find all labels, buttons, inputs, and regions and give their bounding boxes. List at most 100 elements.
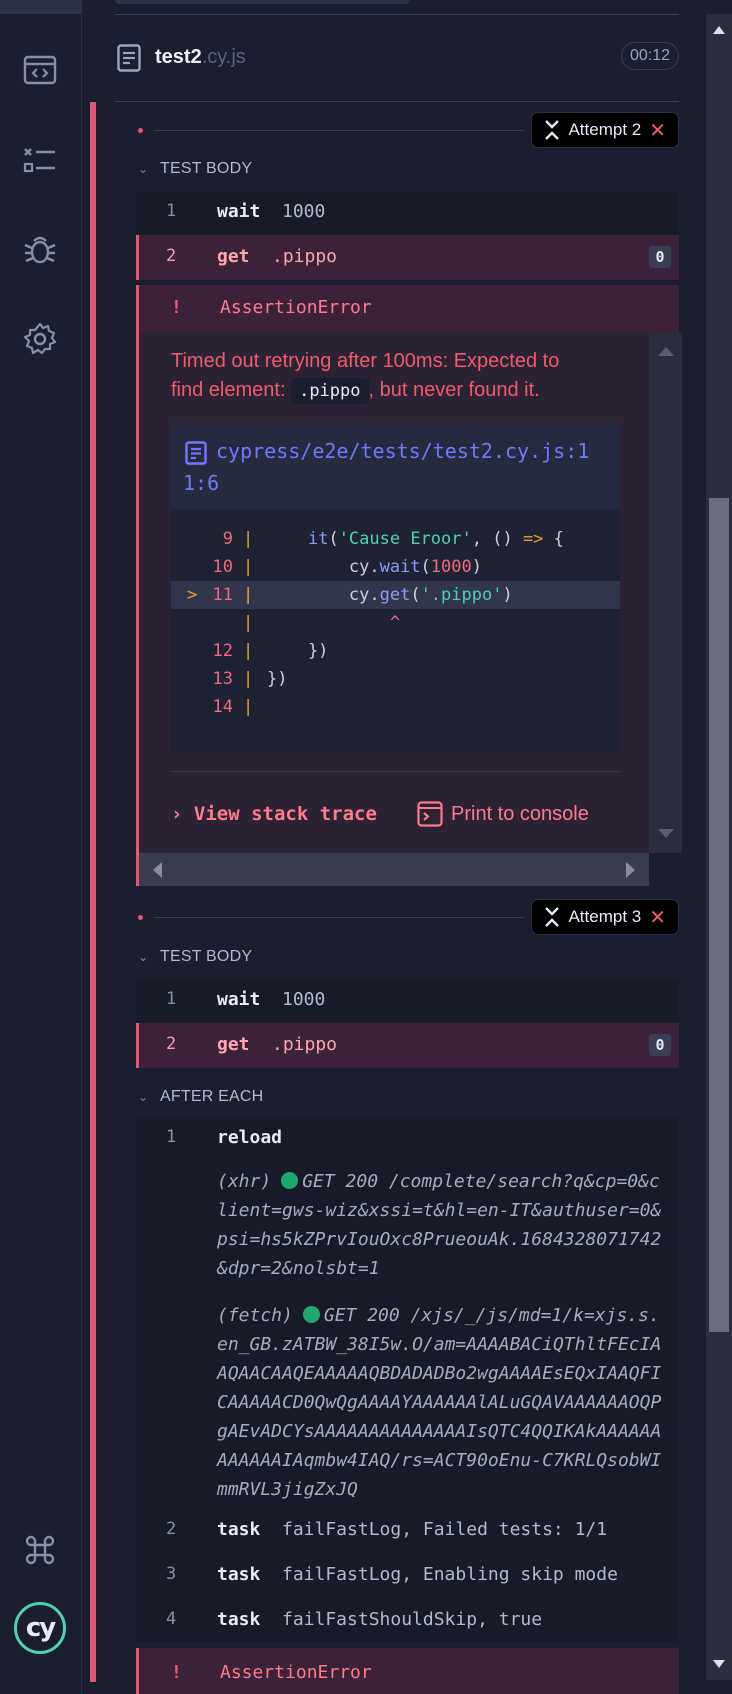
command-arg: .pippo: [272, 246, 338, 267]
command-name: wait: [217, 989, 261, 1010]
collapse-icon: [545, 120, 560, 140]
xhr-log[interactable]: (xhr) GET 200 /complete/search?q&cp=0&cli…: [217, 1167, 667, 1283]
task-arg: failFastShouldSkip, true: [282, 1609, 543, 1630]
failed-x-icon: ✕: [649, 119, 666, 142]
divider: [115, 14, 679, 15]
specs-icon[interactable]: [20, 50, 60, 90]
command-number: 2: [166, 1519, 177, 1539]
scroll-down-icon[interactable]: [713, 1660, 725, 1668]
element-count-badge: 0: [649, 1034, 671, 1056]
chevron-down-icon: ⌄: [138, 162, 149, 176]
error-file-link[interactable]: cypress/e2e/tests/test2.cy.js:11:6: [171, 423, 620, 509]
command-row[interactable]: 1 wait 1000: [136, 979, 679, 1022]
error-message-text-end: , but never found it.: [368, 379, 540, 401]
attempt-3-header: Attempt 3 ✕: [138, 899, 679, 935]
after-each-toggle[interactable]: ⌄ AFTER EACH: [138, 1088, 263, 1106]
attempt-2-tag[interactable]: Attempt 2 ✕: [531, 112, 679, 148]
error-header: ! AssertionError: [136, 285, 679, 333]
command-number: 1: [166, 989, 177, 1009]
view-stack-trace-label: View stack trace: [193, 803, 377, 825]
code-line-highlighted: >11 | cy.get('.pippo'): [171, 581, 620, 609]
error-title: AssertionError: [220, 297, 372, 318]
spec-name-text: test2: [155, 46, 202, 68]
task-command[interactable]: task: [217, 1609, 260, 1630]
task-arg: failFastLog, Enabling skip mode: [282, 1564, 618, 1585]
attempt-2-header: Attempt 2 ✕: [138, 112, 679, 148]
attempt-divider: [154, 917, 524, 918]
test-body-toggle[interactable]: ⌄ TEST BODY: [138, 948, 252, 966]
command-number: 3: [166, 1564, 177, 1584]
code-line: 9 | it('Cause Eroor', () => {: [171, 525, 620, 553]
scroll-down-icon[interactable]: [658, 829, 674, 838]
error-message: Timed out retrying after 100ms: Expected…: [171, 347, 591, 405]
settings-icon[interactable]: [20, 319, 60, 359]
line-number: 11: [212, 585, 233, 605]
task-command[interactable]: task: [217, 1564, 260, 1585]
code-frame: 9 | it('Cause Eroor', () => { 10 | cy.wait…: [171, 509, 620, 753]
command-row-failed[interactable]: 2 get .pippo 0: [136, 235, 679, 280]
test-body-toggle[interactable]: ⌄ TEST BODY: [138, 160, 252, 178]
command-name: get: [217, 246, 250, 267]
spec-header[interactable]: test2.cy.js 00:12: [115, 36, 679, 80]
status-success-icon: [302, 1306, 320, 1323]
command-arg: 1000: [282, 989, 326, 1010]
command-name: get: [217, 1034, 250, 1055]
error-panel-vertical-scrollbar[interactable]: [649, 333, 682, 853]
code-line: 13 |}): [171, 665, 620, 693]
fetch-request: GET 200 /xjs/_/js/md=1/k=xjs.s.en_GB.zAT…: [217, 1305, 662, 1500]
spec-file-name: test2.cy.js: [155, 46, 246, 69]
spec-tab-edge: [115, 0, 410, 4]
keyboard-shortcuts-icon[interactable]: [20, 1530, 60, 1570]
command-name: wait: [217, 201, 261, 222]
fetch-log[interactable]: (fetch) GET 200 /xjs/_/js/md=1/k=xjs.s.en…: [217, 1301, 667, 1504]
spec-duration: 00:12: [620, 42, 679, 70]
xhr-type: (xhr): [217, 1171, 272, 1192]
error-panel[interactable]: Timed out retrying after 100ms: Expected…: [136, 333, 682, 886]
error-panel-horizontal-scrollbar[interactable]: [139, 853, 649, 886]
command-number: 1: [166, 1127, 177, 1147]
divider: [115, 101, 679, 102]
collapse-icon: [545, 907, 560, 927]
attempt-dot: [138, 915, 143, 920]
scroll-left-icon[interactable]: [153, 862, 162, 878]
attempt-3-label: Attempt 3: [568, 907, 642, 926]
task-command[interactable]: task: [217, 1519, 260, 1540]
attempt-2-label: Attempt 2: [568, 120, 642, 139]
scroll-right-icon[interactable]: [626, 862, 635, 878]
cypress-logo: cy: [14, 1602, 66, 1654]
scroll-up-icon[interactable]: [713, 26, 725, 34]
element-count-badge: 0: [649, 246, 671, 268]
command-number: 1: [166, 201, 177, 221]
fetch-type: (fetch): [217, 1305, 293, 1326]
code-line: | ^: [243, 613, 401, 633]
reload-command[interactable]: reload: [217, 1127, 282, 1148]
runs-icon[interactable]: [20, 141, 60, 181]
command-arg: .pippo: [272, 1034, 338, 1055]
command-row-failed[interactable]: 2 get .pippo 0: [136, 1023, 679, 1068]
print-to-console-label: Print to console: [451, 802, 589, 825]
command-number: 2: [166, 1034, 177, 1054]
attempt-dot: [138, 128, 143, 133]
view-stack-trace-button[interactable]: › View stack trace: [171, 803, 377, 825]
side-navigation: cy: [0, 0, 82, 1694]
failed-x-icon: ✕: [649, 906, 666, 929]
attempt-3-tag[interactable]: Attempt 3 ✕: [531, 899, 679, 935]
test-body-label: TEST BODY: [160, 160, 253, 177]
error-actions: › View stack trace Print to console: [171, 795, 620, 835]
scrollbar-corner: [649, 853, 682, 886]
command-number: 2: [166, 246, 177, 266]
print-to-console-button[interactable]: Print to console: [417, 801, 589, 827]
error-icon: !: [171, 1662, 182, 1683]
after-each-commands: 1 reload (xhr) GET 200 /complete/search?q…: [136, 1117, 679, 1642]
scroll-up-icon[interactable]: [658, 347, 674, 356]
debug-icon[interactable]: [20, 230, 60, 270]
main-vertical-scrollbar[interactable]: [706, 14, 732, 1680]
line-number: 12: [212, 641, 233, 661]
command-row[interactable]: 1 wait 1000: [136, 191, 679, 234]
scrollbar-thumb[interactable]: [709, 498, 729, 1332]
error-title: AssertionError: [220, 1662, 372, 1683]
chevron-right-icon: ›: [171, 803, 183, 825]
test-body-label: TEST BODY: [160, 948, 253, 965]
code-line: 14 |: [171, 693, 620, 721]
error-icon: !: [171, 297, 182, 318]
